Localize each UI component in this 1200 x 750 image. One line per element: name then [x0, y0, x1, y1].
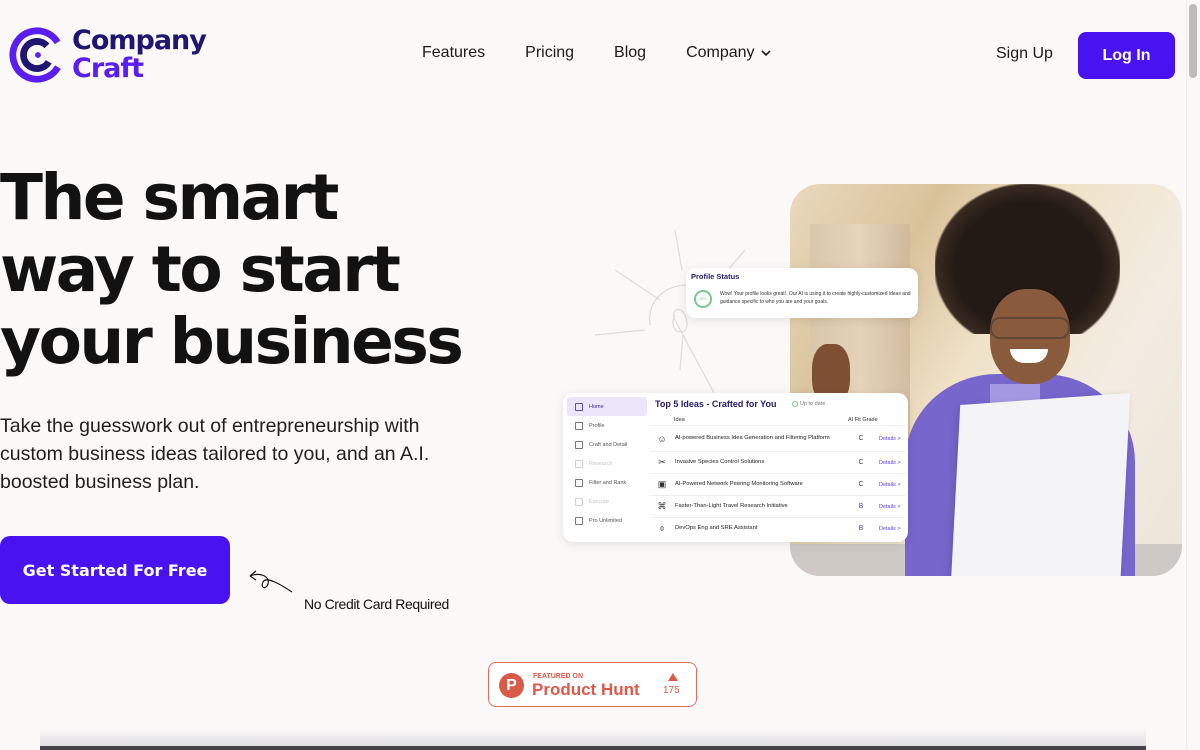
details-link[interactable]: Details > [879, 526, 901, 532]
details-link[interactable]: Details > [879, 436, 901, 442]
idea-name: DevOps Eng and SRE Assistant [675, 525, 758, 531]
featured-on-label: FEATURED ON [533, 673, 584, 680]
next-section-preview [40, 746, 1146, 750]
headline-line-2: way to start [0, 233, 401, 306]
sidebar-item-filter-and-rank[interactable]: Filter and Rank [567, 473, 647, 492]
column-header-grade: AI Fit Grade [848, 417, 878, 423]
sidebar-item-label: Execute [589, 498, 609, 505]
rocket-icon: ⌘ [657, 501, 667, 511]
product-hunt-badge[interactable]: P FEATURED ON Product Hunt 175 [488, 662, 697, 707]
sidebar-item-pro-unlimited[interactable]: Pro Unlimited [567, 511, 647, 530]
sidebar-item-label: Profile [589, 422, 605, 429]
sidebar-item-label: Filter and Rank [589, 479, 627, 486]
scrollbar-thumb[interactable] [1189, 4, 1197, 78]
hero-headline: The smart way to start your business [0, 161, 464, 378]
idea-name: AI-powered Business Idea Generation and … [675, 435, 830, 441]
nav-company[interactable]: Company [686, 44, 771, 62]
details-link[interactable]: Details > [879, 482, 901, 488]
home-icon [575, 402, 583, 411]
sign-up-link[interactable]: Sign Up [996, 45, 1053, 63]
get-started-button[interactable]: Get Started For Free [0, 536, 230, 604]
sidebar-item-label: Home [589, 403, 604, 410]
main-nav: Features Pricing Blog Company [422, 44, 771, 62]
logo-text-line2: Craft [72, 53, 144, 84]
check-circle-icon [792, 401, 798, 407]
table-row[interactable]: ☺ AI-powered Business Idea Generation an… [651, 425, 905, 451]
upvote-count: 175 [663, 685, 680, 696]
log-in-button[interactable]: Log In [1078, 32, 1175, 79]
progress-ring: 85% [694, 290, 712, 308]
profile-status-card: Profile Status 85% Wow! Your profile loo… [686, 268, 918, 318]
nav-company-label: Company [686, 44, 755, 61]
devops-icon: ⌽ [659, 523, 665, 533]
idea-grade: B [858, 503, 864, 510]
details-link[interactable]: Details > [879, 504, 901, 510]
idea-grade: B [858, 525, 864, 532]
sidebar-item-profile[interactable]: Profile [567, 416, 647, 435]
app-sidebar: Home Profile Craft and Detail Research F… [567, 397, 647, 530]
bug-spray-icon: ✂ [658, 457, 666, 467]
execute-icon [575, 497, 583, 506]
idea-grade: C [858, 435, 864, 442]
product-hunt-name: Product Hunt [532, 680, 640, 699]
monitor-chart-icon: ▣ [657, 479, 667, 489]
ideas-title: Top 5 Ideas - Crafted for You [655, 399, 777, 409]
idea-name: Faster-Than-Light Travel Research Initia… [675, 503, 788, 509]
dollar-icon [575, 516, 583, 525]
table-row[interactable]: ⌽ DevOps Eng and SRE Assistant B Details… [651, 517, 905, 539]
profile-status-title: Profile Status [691, 272, 740, 281]
idea-grade: C [858, 481, 864, 488]
table-row[interactable]: ▣ AI-Powered Network Peering Monitoring … [651, 473, 905, 495]
column-header-idea: Idea [674, 417, 685, 423]
pencil-icon [575, 440, 583, 449]
product-hunt-logo-icon: P [499, 673, 524, 698]
curly-arrow-icon [249, 570, 293, 593]
headline-line-3: your business [0, 305, 464, 378]
no-credit-card-note: No Credit Card Required [304, 596, 449, 612]
sidebar-item-home[interactable]: Home [567, 397, 647, 416]
progress-ring-label: 85% [699, 297, 707, 301]
details-link[interactable]: Details > [879, 460, 901, 466]
sidebar-item-label: Pro Unlimited [589, 517, 623, 524]
table-row[interactable]: ⌘ Faster-Than-Light Travel Research Init… [651, 495, 905, 517]
sidebar-item-craft-and-detail[interactable]: Craft and Detail [567, 435, 647, 454]
robot-icon: ☺ [657, 433, 667, 444]
top-ideas-card: Home Profile Craft and Detail Research F… [563, 393, 908, 542]
sidebar-item-label: Craft and Detail [589, 441, 628, 448]
headline-line-1: The smart [0, 161, 339, 234]
idea-name: AI-Powered Network Peering Monitoring So… [675, 481, 803, 487]
filter-icon [575, 478, 583, 487]
logo-text-line1: Company [72, 25, 207, 56]
upvote-triangle-icon [668, 673, 678, 681]
chevron-down-icon [760, 50, 771, 57]
sidebar-item-execute: Execute [567, 492, 647, 511]
scrollbar[interactable] [1186, 0, 1200, 750]
logo-mark-icon [9, 27, 65, 83]
profile-icon [575, 421, 583, 430]
sync-status: Up to date [792, 401, 825, 407]
research-icon [575, 459, 583, 468]
sync-status-label: Up to date [800, 401, 826, 407]
nav-pricing[interactable]: Pricing [525, 44, 574, 62]
ideas-table: ☺ AI-powered Business Idea Generation an… [651, 425, 905, 539]
nav-features[interactable]: Features [422, 44, 485, 62]
idea-grade: C [858, 459, 864, 466]
profile-status-message: Wow! Your profile looks great!. Our AI i… [720, 291, 911, 305]
nav-blog[interactable]: Blog [614, 44, 646, 62]
company-logo[interactable]: Company Craft [8, 25, 207, 84]
idea-name: Invasive Species Control Solutions [675, 459, 765, 465]
sidebar-item-research: Research [567, 454, 647, 473]
table-row[interactable]: ✂ Invasive Species Control Solutions C D… [651, 451, 905, 473]
sidebar-item-label: Research [589, 460, 613, 467]
hero-subtitle: Take the guesswork out of entrepreneursh… [0, 415, 430, 493]
